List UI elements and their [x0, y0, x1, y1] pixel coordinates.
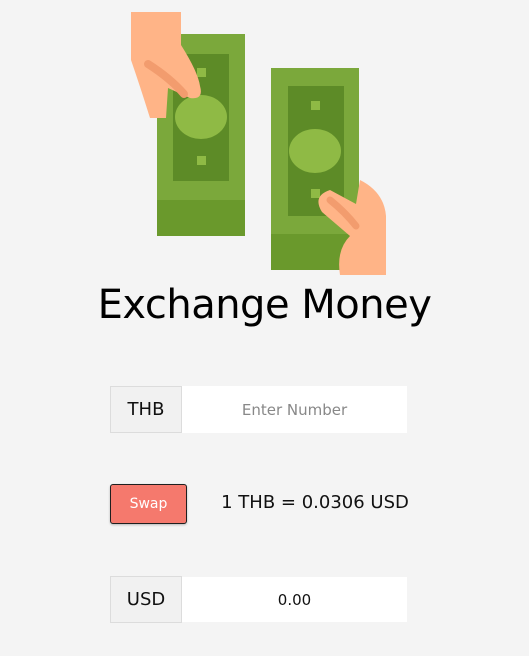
amount-input[interactable]	[182, 386, 407, 433]
page-title: Exchange Money	[97, 282, 432, 328]
converted-amount: 0.00	[182, 577, 407, 622]
to-currency-label[interactable]: USD	[110, 576, 182, 623]
from-currency-row: THB	[110, 386, 407, 433]
exchange-rate-text: 1 THB = 0.0306 USD	[221, 492, 409, 513]
swap-button[interactable]: Swap	[110, 484, 187, 524]
money-exchange-icon	[131, 12, 386, 275]
right-bill-icon	[271, 68, 359, 270]
to-currency-row: USD 0.00	[110, 576, 407, 623]
from-currency-label[interactable]: THB	[110, 386, 182, 433]
